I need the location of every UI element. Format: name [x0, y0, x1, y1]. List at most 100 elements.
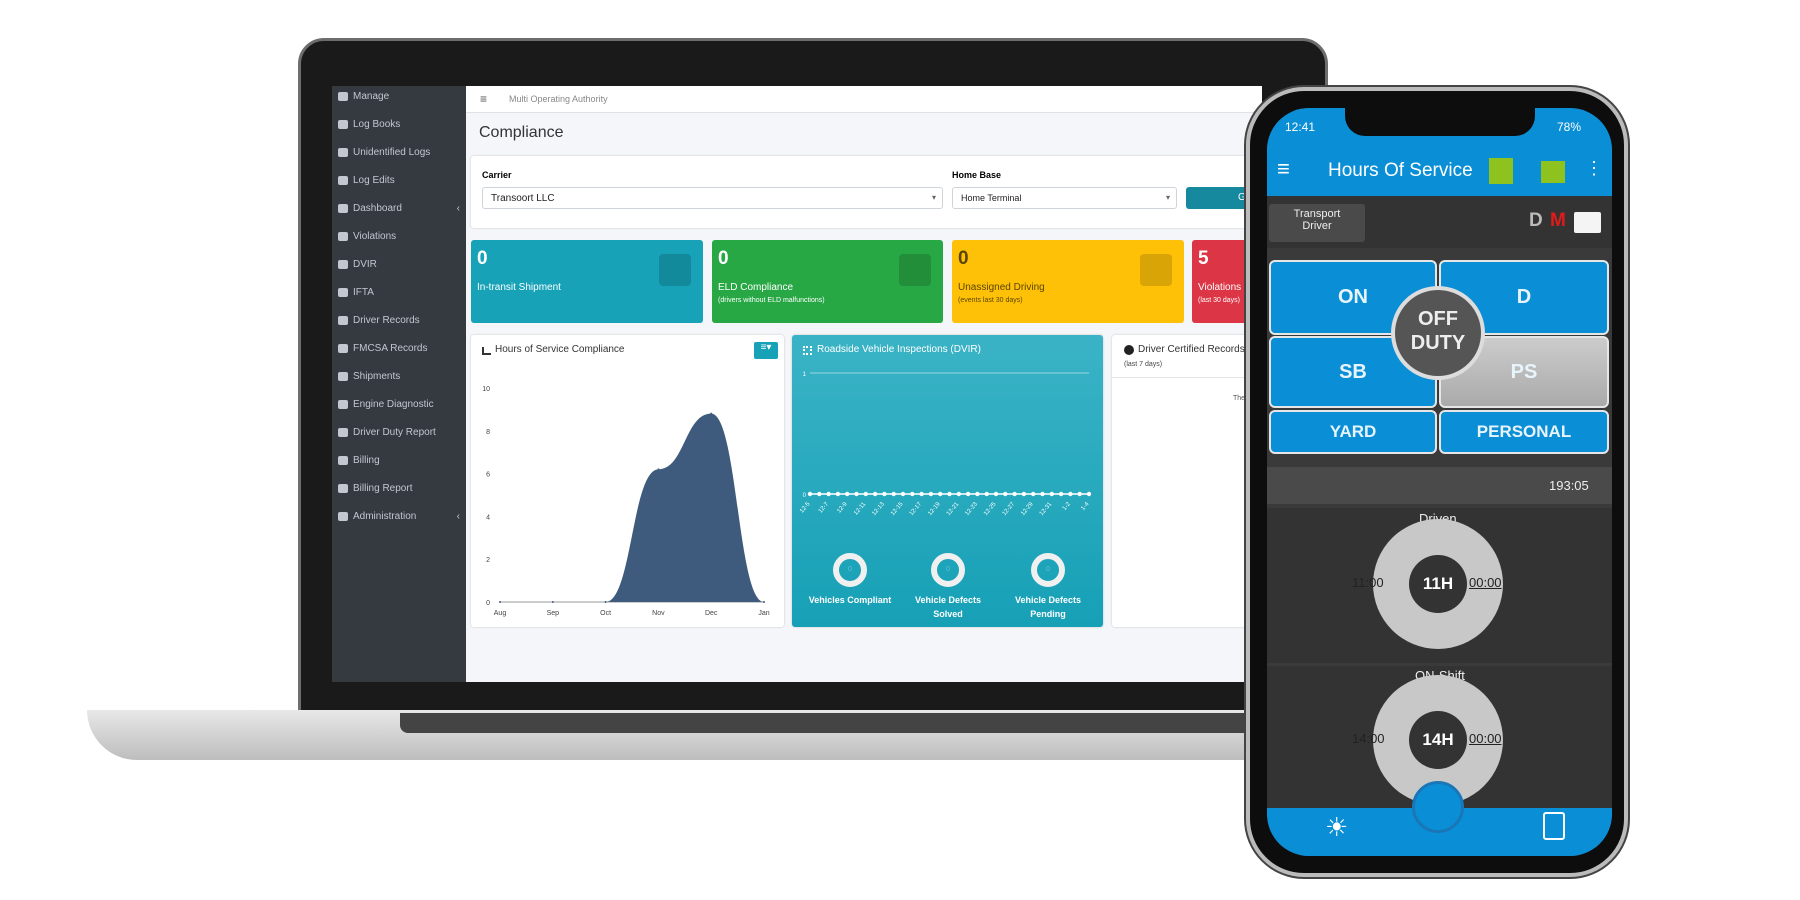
data-point [1077, 491, 1082, 497]
x-tick-label: 12-5 [799, 501, 812, 515]
dvir-donut: 0 Vehicle Defects Solved [893, 553, 1003, 621]
data-point [947, 491, 952, 497]
sidebar-item[interactable]: Log Books [338, 119, 460, 130]
stat-card[interactable]: 0 In-transit Shipment [471, 240, 703, 323]
m-indicator: M [1550, 210, 1566, 231]
data-point [910, 491, 915, 497]
sidebar-item-label: Log Edits [353, 175, 395, 186]
data-point [710, 412, 713, 415]
data-point [938, 491, 943, 497]
dvir-title: Roadside Vehicle Inspections (DVIR) [817, 344, 981, 355]
fuel-icon [338, 288, 348, 297]
data-point [882, 491, 887, 497]
data-point [817, 491, 822, 497]
x-tick-label: Oct [600, 610, 611, 617]
dvir-line-chart: 0 1 12-5 12-7 12-9 12-11 12-13 12-15 12-17 12-19 1… [799, 372, 1092, 517]
box-icon [338, 372, 348, 381]
driver-name-button[interactable]: Transport Driver [1269, 204, 1365, 242]
data-point [984, 491, 989, 497]
sidebar-item[interactable]: Shipments [338, 371, 460, 382]
chevron-left-icon: ‹ [456, 511, 460, 522]
hamburger-menu-icon[interactable]: ≡ [480, 92, 487, 106]
data-point [928, 491, 934, 497]
data-point [499, 601, 501, 603]
billing-icon [338, 456, 348, 465]
carrier-select[interactable]: Transoort LLC [482, 187, 943, 209]
sidebar-item[interactable]: IFTA [338, 287, 460, 298]
x-tick-label: 12-19 [927, 501, 942, 517]
sidebar-item[interactable]: Log Edits [338, 175, 460, 186]
data-point [1086, 491, 1092, 497]
sidebar-item[interactable]: FMCSA Records [338, 343, 460, 354]
data-point [763, 601, 765, 603]
sidebar-item[interactable]: Dashboard ‹ [338, 203, 460, 214]
cloud-icon [338, 344, 348, 353]
stat-card[interactable]: 0 ELD Compliance (drivers without ELD malf… [712, 240, 943, 323]
sidebar-item-label: Log Books [353, 119, 401, 130]
off-duty-button[interactable]: OFF DUTY [1391, 286, 1485, 380]
donut-ring: 0 [931, 553, 965, 587]
mail-icon[interactable] [1574, 212, 1601, 233]
data-point [975, 491, 980, 497]
sidebar-item[interactable]: Engine Diagnostic [338, 399, 460, 410]
x-tick-label: 12-27 [1002, 501, 1017, 517]
sidebar-item[interactable]: Violations [338, 231, 460, 242]
x-tick-label: 12-29 [1020, 501, 1035, 517]
sidebar-item-label: Administration [353, 511, 417, 522]
sidebar-item-label: Unidentified Logs [353, 147, 431, 158]
home-base-label: Home Base [952, 170, 1002, 180]
more-options-icon[interactable]: ⋮ [1585, 158, 1603, 179]
hos-title: Hours of Service Compliance [495, 344, 625, 355]
sidebar-item[interactable]: Billing Report [338, 483, 460, 494]
sidebar-item-label: Driver Duty Report [353, 427, 436, 438]
y-tick-label: 4 [486, 514, 490, 521]
menu-icon[interactable]: ≡ [1277, 158, 1290, 180]
sidebar-item[interactable]: Administration ‹ [338, 511, 460, 522]
profile-fab-button[interactable] [1412, 781, 1464, 833]
x-tick-label: 1-2 [1062, 501, 1073, 512]
data-point [1068, 491, 1073, 497]
data-point [604, 601, 607, 603]
sidebar-item[interactable]: Driver Records [338, 315, 460, 326]
yard-button[interactable]: YARD [1269, 410, 1437, 454]
x-tick-label: Sep [547, 610, 560, 617]
onshift-value: 14H [1409, 711, 1467, 769]
sidebar-item-label: Manage [353, 91, 390, 102]
stat-sub: (drivers without ELD malfunctions) [718, 297, 825, 304]
clipboard-check-icon[interactable] [1543, 812, 1565, 840]
status-time: 12:41 [1285, 120, 1316, 134]
sidebar-item-label: Driver Records [353, 315, 420, 326]
engine-icon [338, 400, 348, 409]
book-icon [338, 120, 348, 129]
donut-label: Vehicle Defects Pending [1014, 595, 1082, 619]
shopping-bag-icon [659, 254, 691, 286]
sidebar-item[interactable]: Unidentified Logs [338, 147, 460, 158]
brightness-icon[interactable]: ☀ [1325, 812, 1348, 843]
data-point [1012, 491, 1017, 497]
report-icon [338, 428, 348, 437]
dvir-donut: 0 Vehicle Defects Pending [993, 553, 1103, 621]
data-point [657, 468, 660, 471]
donut-ring: 0 [1031, 553, 1065, 587]
truck-icon[interactable] [1541, 161, 1565, 183]
sidebar-item[interactable]: Driver Duty Report [338, 427, 460, 438]
sidebar-item-label: FMCSA Records [353, 343, 428, 354]
sidebar-item[interactable]: DVIR [338, 259, 460, 270]
sidebar-item[interactable]: Manage [338, 91, 460, 102]
data-point [965, 491, 971, 497]
data-point [919, 491, 924, 497]
sidebar-item[interactable]: Billing [338, 455, 460, 466]
certified-subtitle: (last 7 days) [1124, 361, 1163, 368]
home-base-select[interactable]: Home Terminal [952, 187, 1177, 209]
tachometer-icon [338, 204, 348, 213]
data-point [863, 491, 868, 497]
x-tick-label: 12-11 [853, 501, 868, 517]
personal-button[interactable]: PERSONAL [1439, 410, 1609, 454]
chart-menu-button[interactable]: ≡▾ [754, 342, 778, 359]
data-point [551, 601, 554, 603]
phone-connection-icon[interactable] [1489, 158, 1513, 184]
y-tick-label: 2 [486, 557, 490, 564]
data-point [1058, 491, 1064, 497]
hos-area-chart: 0 2 4 6 8 10 Aug Sep Oct Nov Dec Jan [482, 386, 770, 617]
stat-card[interactable]: 0 Unassigned Driving (events last 30 days) [952, 240, 1184, 323]
